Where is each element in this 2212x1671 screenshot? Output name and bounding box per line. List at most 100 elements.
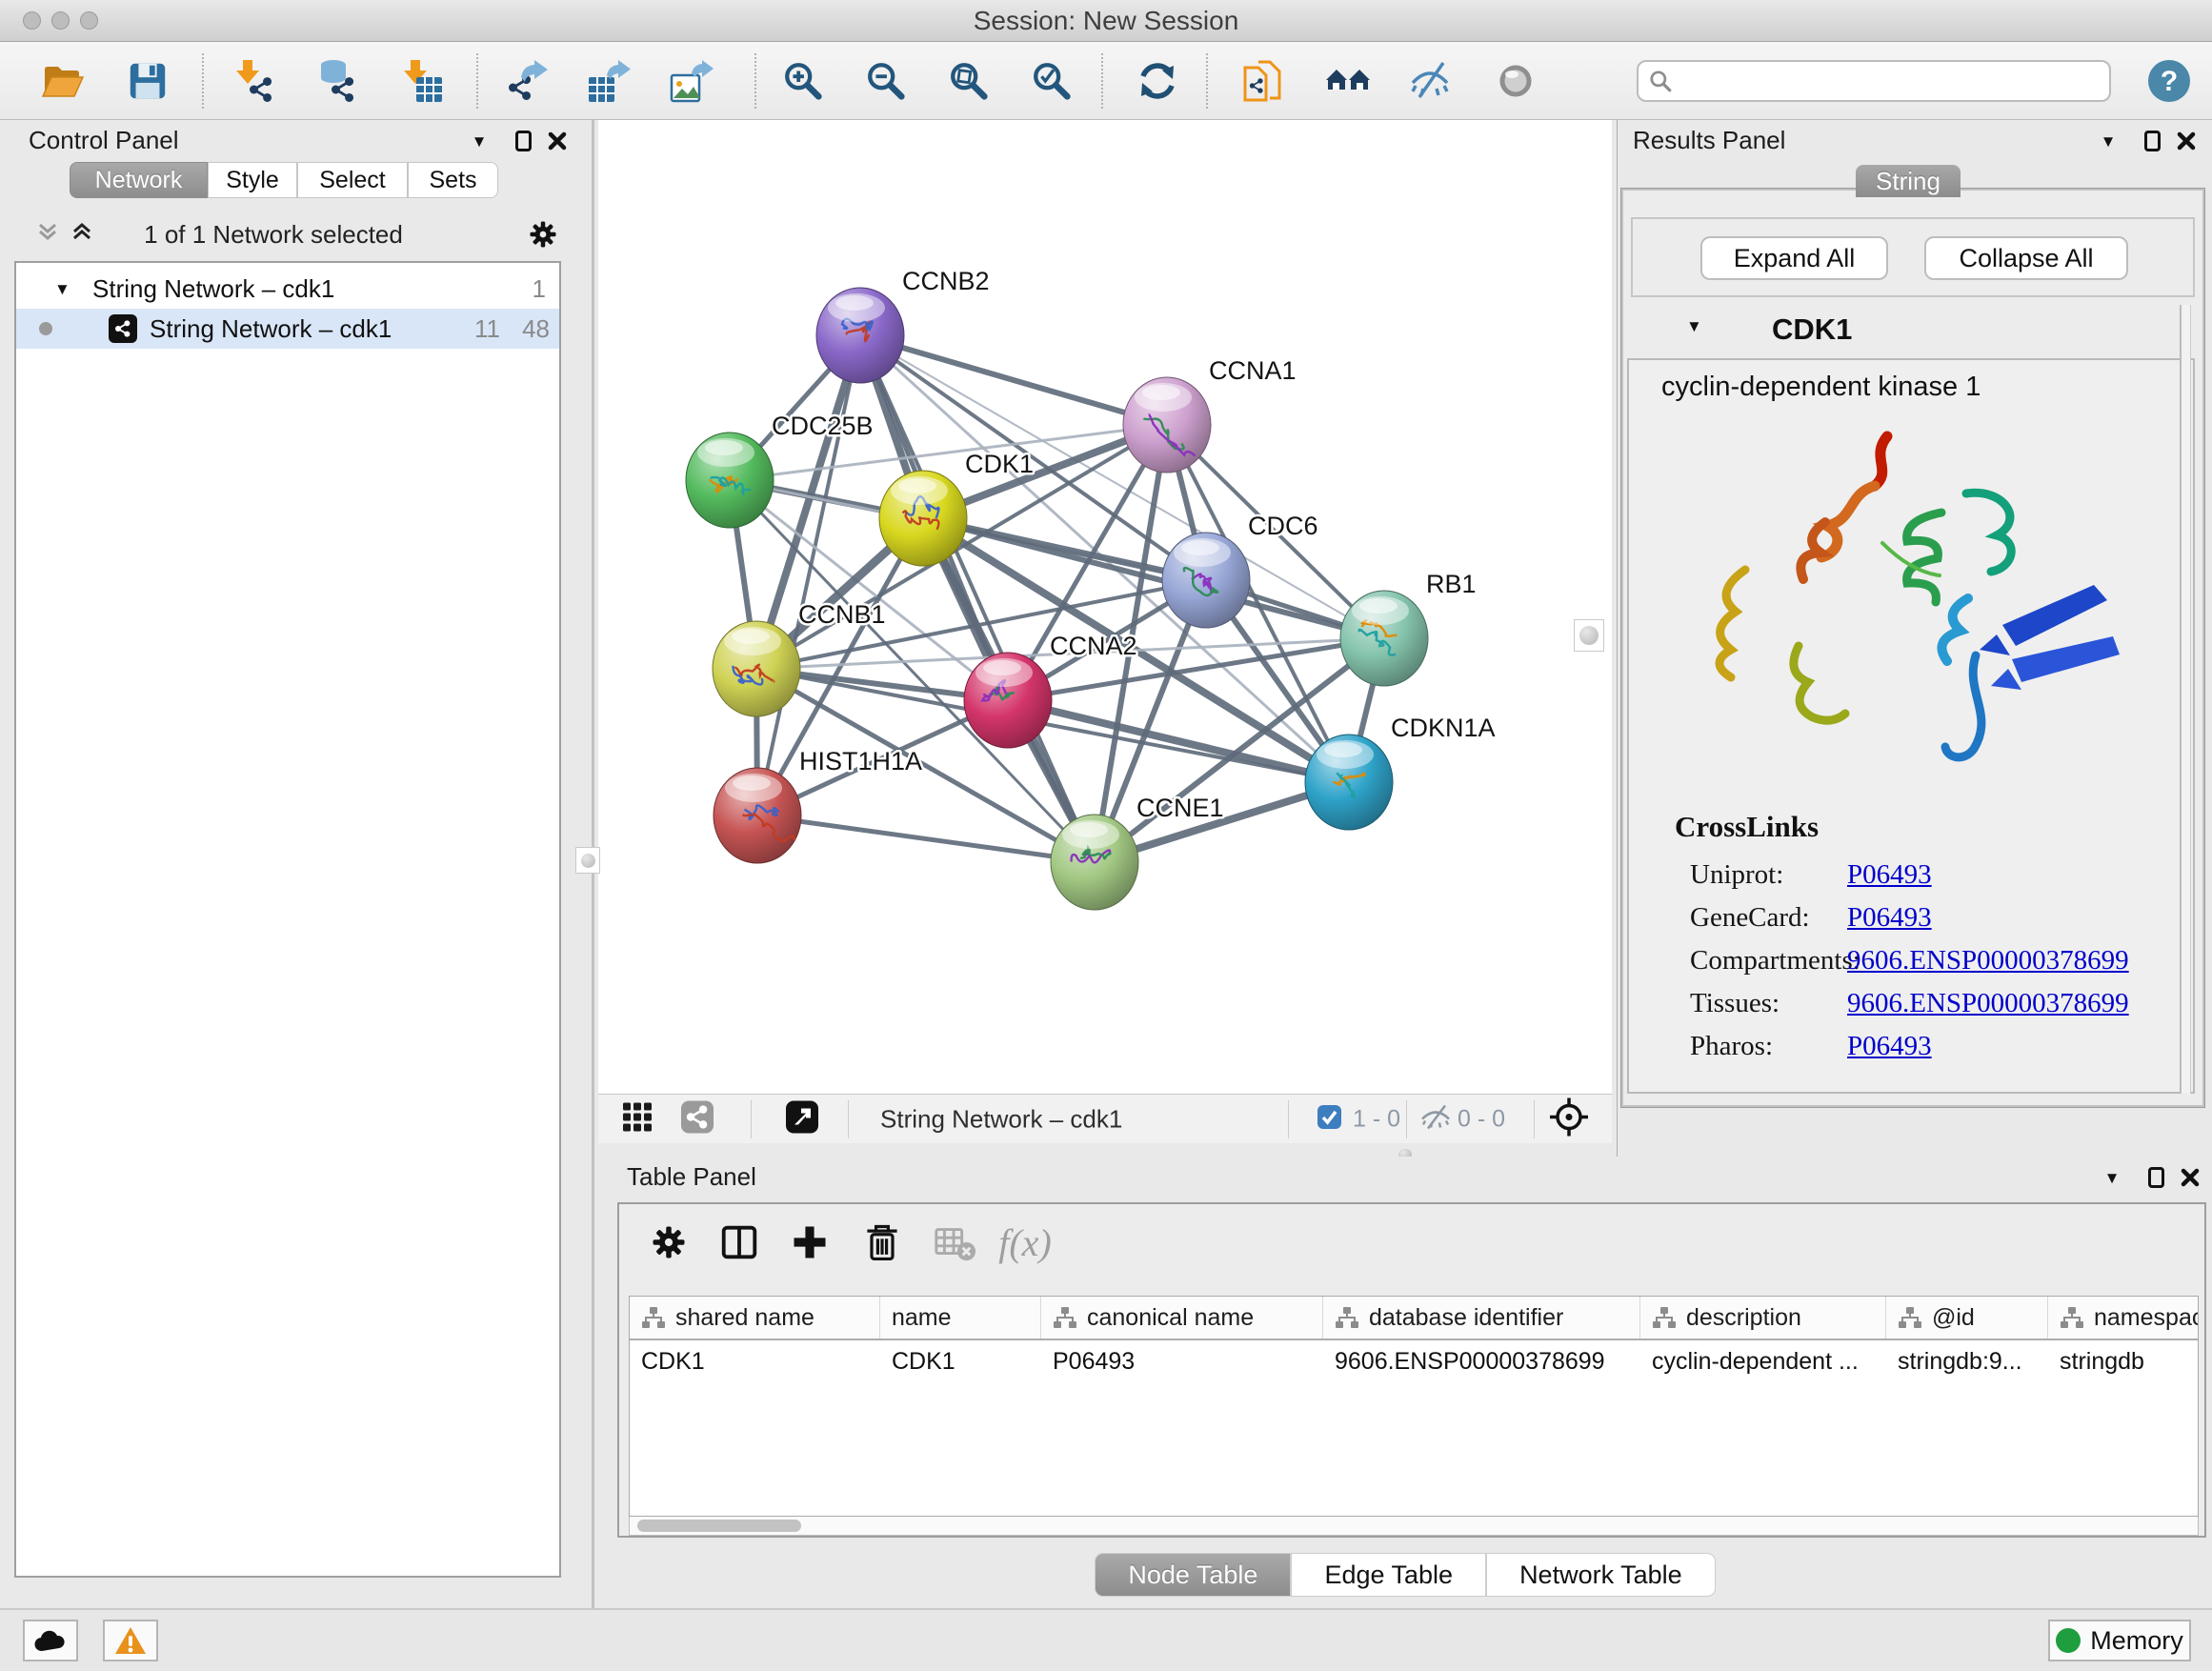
table-cell[interactable]: CDK1 [880, 1348, 1041, 1376]
table-cell[interactable]: stringdb [2048, 1348, 2199, 1376]
tree-column-icon [2060, 1305, 2084, 1330]
crosslink-link[interactable]: 9606.ENSP00000378699 [1847, 988, 2129, 1019]
open-view-in-window-icon[interactable] [785, 1099, 819, 1138]
import-table-file-icon[interactable] [398, 57, 446, 105]
crosslink-link[interactable]: P06493 [1847, 859, 1932, 891]
table-options-gear-icon[interactable] [644, 1218, 694, 1267]
table-column-header[interactable]: shared name [630, 1297, 880, 1339]
table-column-header[interactable]: database identifier [1323, 1297, 1640, 1339]
tree-column-icon [641, 1305, 666, 1330]
crosslink-link[interactable]: P06493 [1847, 1031, 1932, 1062]
collapse-all-button[interactable]: Collapse All [1924, 236, 2128, 280]
string-app-icon[interactable] [1238, 57, 1286, 105]
tab-style[interactable]: Style [208, 162, 297, 198]
open-session-icon[interactable] [38, 57, 86, 105]
toolbar-separator [202, 53, 204, 109]
tab-node-table[interactable]: Node Table [1095, 1553, 1291, 1597]
hide-panels-eye-icon[interactable] [1406, 57, 1454, 105]
toolbar-separator [1206, 53, 1208, 109]
zoom-out-icon[interactable] [862, 57, 910, 105]
memory-button[interactable]: Memory [2048, 1620, 2191, 1661]
network-selection-status: 1 of 1 Network selected [0, 220, 547, 250]
float-panel-icon[interactable] [2142, 1164, 2170, 1191]
show-panels-eye-icon[interactable] [1492, 57, 1539, 105]
network-options-gear-icon[interactable] [526, 217, 560, 256]
crosslink-link[interactable]: 9606.ENSP00000378699 [1847, 945, 2129, 976]
show-columns-icon[interactable] [714, 1218, 764, 1267]
expand-all-button[interactable]: Expand All [1700, 236, 1888, 280]
table-cell[interactable]: 9606.ENSP00000378699 [1323, 1348, 1640, 1376]
help-icon[interactable]: ? [2145, 57, 2193, 105]
tab-network[interactable]: Network [70, 162, 208, 198]
export-network-icon[interactable] [503, 57, 551, 105]
float-panel-icon[interactable] [2138, 128, 2166, 154]
selected-nodes-checkbox-icon[interactable] [1317, 1104, 1342, 1135]
scrollbar-thumb[interactable] [637, 1520, 801, 1532]
right-splitter-handle[interactable] [1574, 619, 1604, 652]
left-splitter-handle[interactable] [575, 847, 600, 874]
network-collection-list: ▼ String Network – cdk1 1 String Network… [14, 261, 561, 1578]
search-input[interactable] [1680, 64, 2109, 98]
close-panel-icon[interactable] [2176, 1164, 2204, 1191]
table-horizontal-scrollbar[interactable] [629, 1517, 2199, 1536]
table-column-header[interactable]: @id [1886, 1297, 2048, 1339]
grid-view-icon[interactable] [621, 1100, 654, 1137]
network-graph[interactable]: CCNB2CCNA1CDC25BCDK1CDC6RB1CCNB1CCNA2CDK… [598, 120, 1612, 1094]
float-panel-icon[interactable] [509, 128, 537, 154]
network-row-selected[interactable]: String Network – cdk1 11 48 [16, 309, 559, 349]
crosslink-link[interactable]: P06493 [1847, 902, 1932, 934]
table-column-header[interactable]: namespace [2048, 1297, 2199, 1339]
network-view-toolbar: String Network – cdk1 1 - 0 0 - 0 [598, 1094, 1612, 1143]
zoom-in-icon[interactable] [779, 57, 827, 105]
collapse-panel-icon[interactable]: ▼ [465, 128, 493, 154]
export-table-icon[interactable] [585, 57, 633, 105]
tab-edge-table[interactable]: Edge Table [1291, 1553, 1486, 1597]
collection-label: String Network – cdk1 [92, 274, 334, 304]
close-panel-icon[interactable] [2172, 128, 2201, 154]
control-panel-title: Control Panel [29, 126, 179, 155]
cloud-status-icon[interactable] [23, 1620, 78, 1661]
search-box[interactable] [1637, 60, 2111, 102]
hidden-items-eye-icon[interactable] [1419, 1103, 1452, 1135]
tab-sets[interactable]: Sets [408, 162, 498, 198]
collapse-panel-icon[interactable]: ▼ [2098, 1164, 2126, 1191]
birds-eye-crosshair-icon[interactable] [1549, 1097, 1589, 1141]
zoom-selected-icon[interactable] [1028, 57, 1076, 105]
gene-section-header[interactable]: ▼ CDK1 [1623, 305, 2202, 358]
collection-expand-icon[interactable]: ▼ [54, 281, 70, 297]
table-column-header[interactable]: name [880, 1297, 1041, 1339]
table-row[interactable]: CDK1 CDK1 P06493 9606.ENSP00000378699 cy… [630, 1340, 2198, 1382]
zoom-fit-icon[interactable] [945, 57, 993, 105]
home-networks-icon[interactable] [1324, 57, 1372, 105]
table-column-header[interactable]: description [1640, 1297, 1886, 1339]
save-session-icon[interactable] [124, 57, 171, 105]
delete-column-trash-icon[interactable] [857, 1218, 907, 1267]
network-canvas[interactable]: CCNB2CCNA1CDC25BCDK1CDC6RB1CCNB1CCNA2CDK… [598, 120, 1612, 1094]
table-cell[interactable]: CDK1 [630, 1348, 880, 1376]
svg-text:CCNE1: CCNE1 [1136, 794, 1224, 822]
create-column-plus-icon[interactable] [785, 1218, 835, 1267]
section-collapse-icon[interactable]: ▼ [1686, 318, 1702, 334]
warning-status-icon[interactable] [103, 1620, 158, 1661]
function-builder-icon[interactable]: f(x) [1000, 1218, 1050, 1267]
tab-network-table[interactable]: Network Table [1486, 1553, 1716, 1597]
delete-table-icon[interactable] [930, 1218, 979, 1267]
network-collection-row[interactable]: ▼ String Network – cdk1 1 [16, 269, 559, 309]
table-cell[interactable]: stringdb:9... [1886, 1348, 2048, 1376]
toolbar-separator [754, 53, 756, 109]
table-cell[interactable]: cyclin-dependent ... [1640, 1348, 1886, 1376]
table-column-header[interactable]: canonical name [1041, 1297, 1323, 1339]
close-panel-icon[interactable] [543, 128, 572, 154]
tab-select[interactable]: Select [297, 162, 408, 198]
tab-string-results[interactable]: String [1856, 165, 1961, 197]
collapse-panel-icon[interactable]: ▼ [2094, 128, 2122, 154]
import-network-database-icon[interactable] [312, 57, 360, 105]
export-image-icon[interactable] [668, 57, 715, 105]
refresh-icon[interactable] [1134, 57, 1181, 105]
network-share-view-icon[interactable] [680, 1099, 714, 1138]
tree-column-icon [1652, 1305, 1677, 1330]
results-scrollbar[interactable] [2180, 305, 2191, 1094]
import-network-file-icon[interactable] [231, 57, 278, 105]
table-cell[interactable]: P06493 [1041, 1348, 1323, 1376]
table-header-row: shared name name canonical name database… [630, 1297, 2198, 1340]
